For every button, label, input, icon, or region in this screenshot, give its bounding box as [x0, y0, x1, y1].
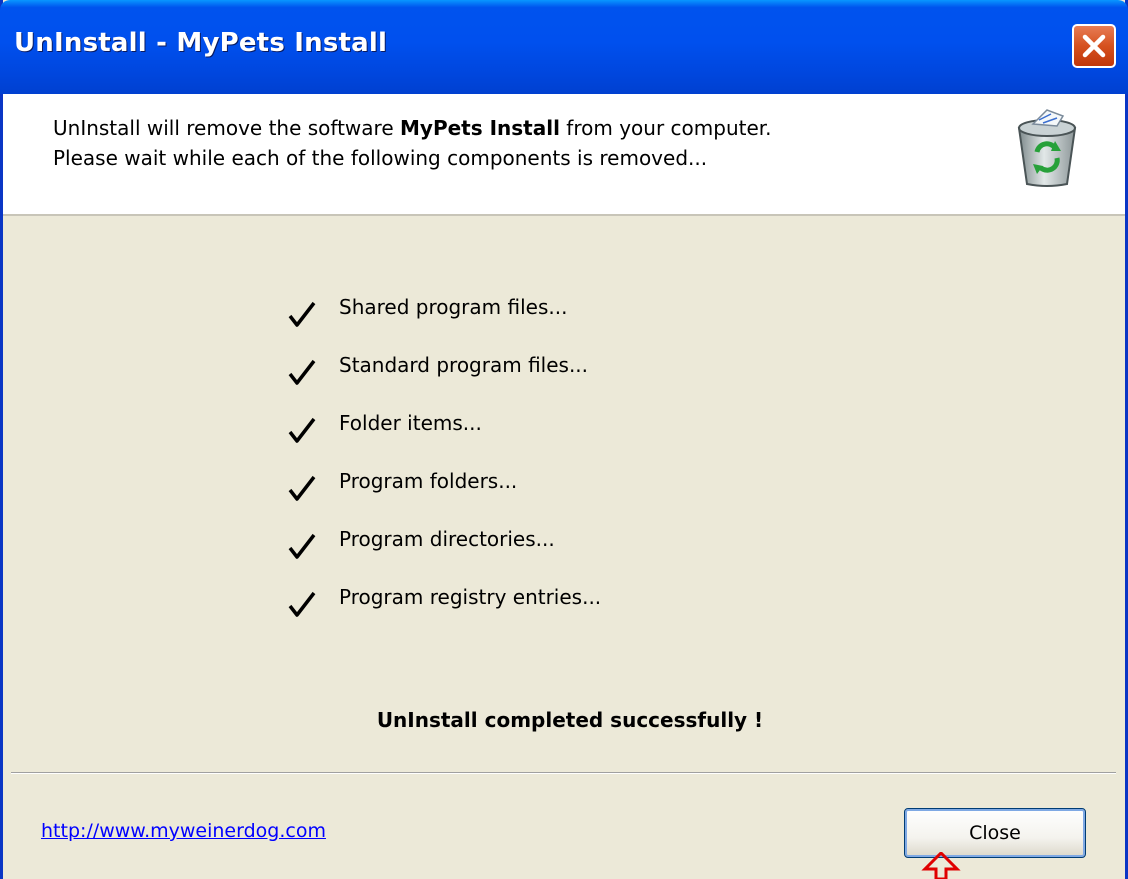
title-bar[interactable]: UnInstall - MyPets Install: [0, 0, 1128, 94]
step-label: Program folders...: [339, 469, 518, 493]
list-item: Shared program files...: [288, 295, 788, 353]
close-x-icon: [1082, 34, 1106, 58]
checkmark-icon: [288, 417, 316, 443]
header-panel: UnInstall will remove the software MyPet…: [3, 94, 1125, 216]
list-item: Program directories...: [288, 527, 788, 585]
step-label: Standard program files...: [339, 353, 589, 377]
list-item: Program registry entries...: [288, 585, 788, 643]
mouse-pointer-icon: [921, 852, 961, 879]
checkmark-icon: [288, 533, 316, 559]
step-label: Program registry entries...: [339, 585, 602, 609]
checkmark-icon: [288, 359, 316, 385]
list-item: Standard program files...: [288, 353, 788, 411]
list-item: Folder items...: [288, 411, 788, 469]
uninstall-dialog: UnInstall - MyPets Install UnInstall wil…: [0, 0, 1128, 879]
header-line1-prefix: UnInstall will remove the software: [53, 116, 400, 140]
step-label: Shared program files...: [339, 295, 568, 319]
checkmark-icon: [288, 591, 316, 617]
close-button[interactable]: Close: [904, 808, 1086, 858]
website-link[interactable]: http://www.myweinerdog.com: [41, 820, 326, 842]
list-item: Program folders...: [288, 469, 788, 527]
checkmark-icon: [288, 475, 316, 501]
step-label: Program directories...: [339, 527, 555, 551]
recycle-bin-icon: [1017, 109, 1077, 187]
footer-divider: [11, 772, 1116, 774]
product-name: MyPets Install: [400, 116, 560, 140]
header-description-line2: Please wait while each of the following …: [53, 146, 708, 170]
checkmark-icon: [288, 301, 316, 327]
header-line1-suffix: from your computer.: [559, 116, 772, 140]
completion-status: UnInstall completed successfully !: [376, 708, 764, 732]
step-label: Folder items...: [339, 411, 482, 435]
removal-steps-list: Shared program files... Standard program…: [288, 295, 788, 643]
header-description-line1: UnInstall will remove the software MyPet…: [53, 116, 772, 140]
window-title: UnInstall - MyPets Install: [14, 28, 388, 58]
window-close-button[interactable]: [1072, 24, 1116, 68]
